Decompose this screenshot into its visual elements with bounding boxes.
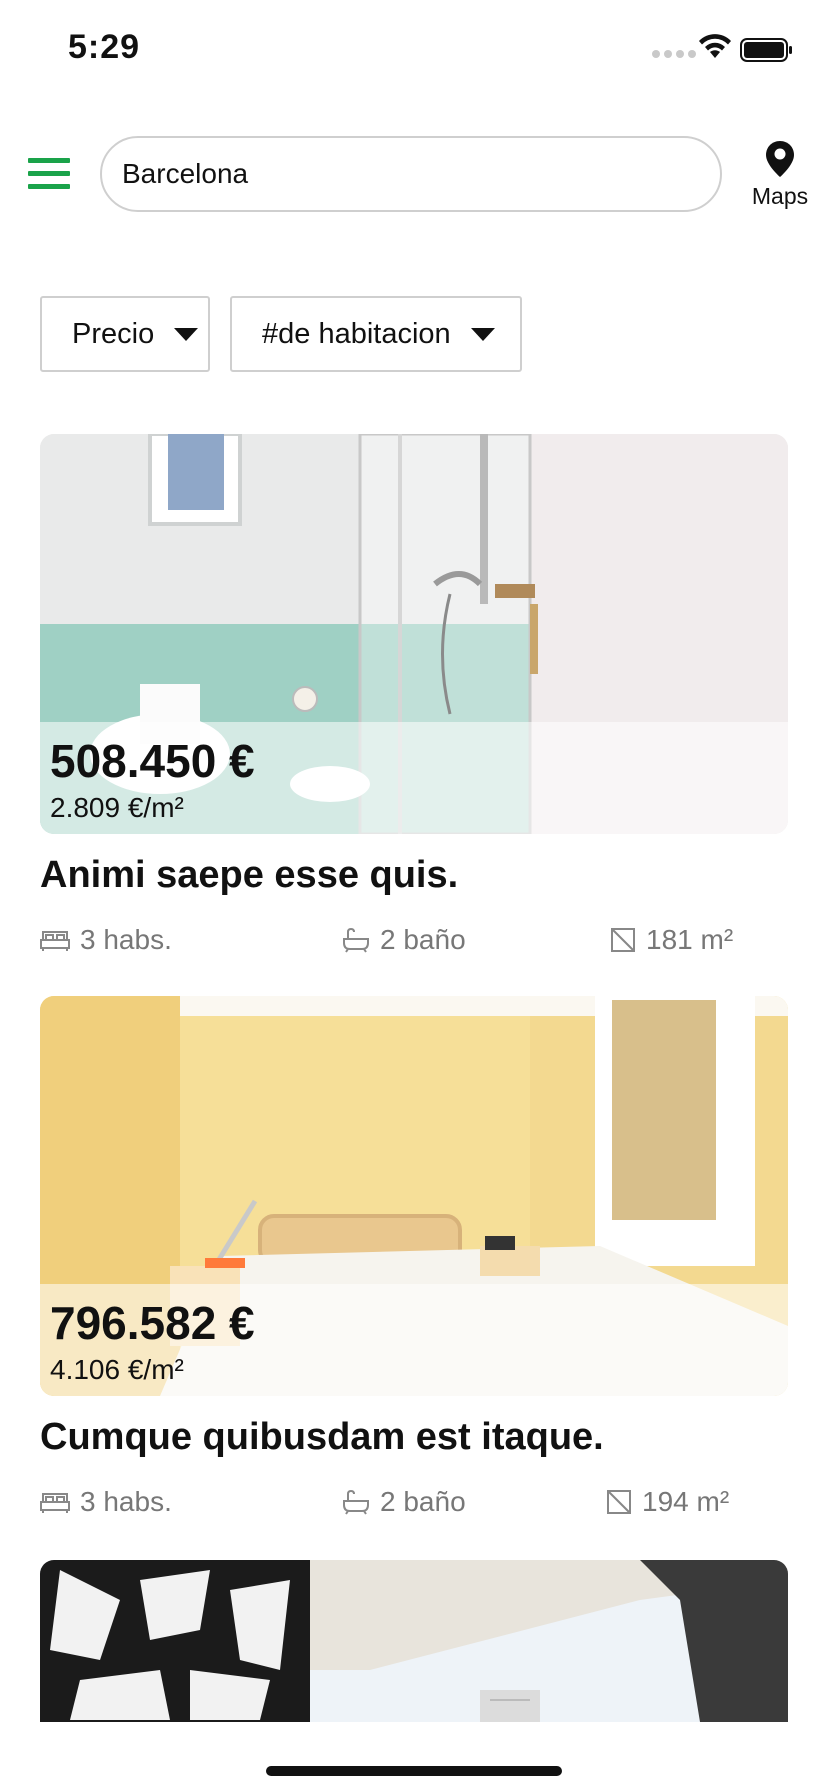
bathtub-icon: [343, 927, 369, 953]
listing-price-per-m2: 4.106 €/m²: [50, 1354, 184, 1385]
price-filter-label: Precio: [72, 317, 155, 350]
rooms-feature: 3 habs.: [40, 1486, 172, 1518]
home-indicator[interactable]: [266, 1766, 562, 1776]
search-input[interactable]: [100, 136, 722, 212]
map-pin-icon: [766, 141, 794, 177]
listing-features: 3 habs. 2 baño 181 m²: [40, 924, 788, 968]
rooms-count: 3 habs.: [80, 924, 172, 955]
bed-icon: [40, 1493, 70, 1513]
area-size: 194 m²: [642, 1486, 730, 1517]
cellular-signal-icon: [652, 50, 696, 58]
area-feature: 181 m²: [610, 924, 733, 956]
filter-bar: Precio #de habitacion: [40, 296, 522, 372]
rooms-filter-dropdown[interactable]: #de habitacion: [230, 296, 522, 372]
terrace-photo: [40, 1560, 788, 1722]
caret-down-icon: [470, 327, 495, 341]
battery-icon: [740, 38, 792, 62]
listing-card[interactable]: [40, 1560, 788, 1722]
listing-price: 508.450 €: [50, 735, 255, 787]
listing-price: 796.582 €: [50, 1297, 255, 1349]
status-bar: 5:29: [0, 0, 828, 100]
listing-card[interactable]: 796.582 € 4.106 €/m² Cumque quibusdam es…: [40, 996, 788, 1536]
bed-icon: [40, 931, 70, 951]
status-time: 5:29: [68, 28, 141, 66]
baths-count: 2 baño: [380, 924, 466, 955]
baths-feature: 2 baño: [342, 1486, 466, 1518]
rooms-filter-label: #de habitacion: [262, 317, 451, 350]
maps-label: Maps: [751, 183, 809, 209]
listing-price-per-m2: 2.809 €/m²: [50, 792, 184, 823]
area-size: 181 m²: [646, 924, 734, 955]
wifi-icon: [699, 34, 731, 58]
listing-features: 3 habs. 2 baño 194 m²: [40, 1486, 788, 1530]
listing-photo[interactable]: [40, 1560, 788, 1722]
area-icon: [611, 928, 635, 952]
rooms-feature: 3 habs.: [40, 924, 172, 956]
rooms-count: 3 habs.: [80, 1486, 172, 1517]
hamburger-menu-icon[interactable]: [28, 158, 70, 194]
price-filter-dropdown[interactable]: Precio: [40, 296, 210, 372]
baths-count: 2 baño: [380, 1486, 466, 1517]
bathtub-icon: [343, 1489, 369, 1515]
listing-card[interactable]: 508.450 € 2.809 €/m² Animi saepe esse qu…: [40, 434, 788, 974]
caret-down-icon: [174, 327, 199, 341]
listing-photo[interactable]: 796.582 € 4.106 €/m²: [40, 996, 788, 1396]
listing-photo[interactable]: 508.450 € 2.809 €/m²: [40, 434, 788, 834]
baths-feature: 2 baño: [342, 924, 466, 956]
maps-button[interactable]: Maps: [740, 140, 820, 210]
listing-title[interactable]: Cumque quibusdam est itaque.: [40, 1416, 604, 1459]
area-feature: 194 m²: [606, 1486, 729, 1518]
listing-title[interactable]: Animi saepe esse quis.: [40, 854, 458, 897]
area-icon: [607, 1490, 631, 1514]
top-bar: Maps: [0, 130, 828, 220]
